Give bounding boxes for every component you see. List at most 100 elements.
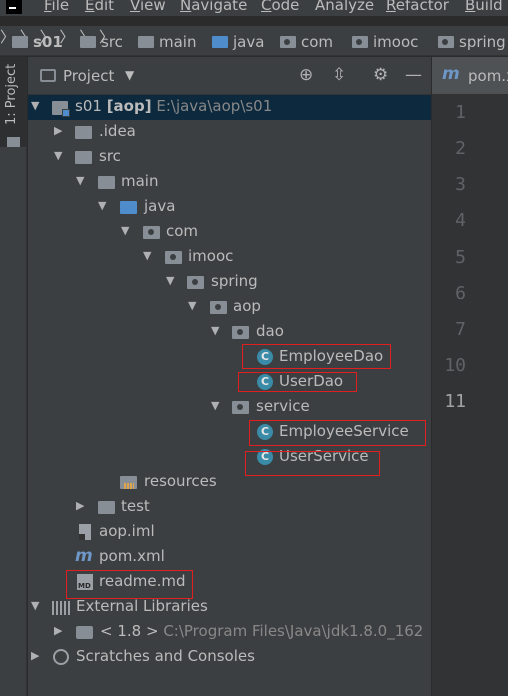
expanded-arrow-icon[interactable]: ▼ [188, 299, 196, 312]
package-icon [187, 276, 204, 289]
tree-node-jdk[interactable]: ▶ < 1.8 > C:\Program Files\Java\jdk1.8.0… [28, 620, 431, 645]
tree-node-aop[interactable]: ▼ aop [28, 295, 431, 320]
expanded-arrow-icon[interactable]: ▼ [76, 174, 84, 187]
tree-node-dao[interactable]: ▼ dao [28, 320, 431, 345]
tree-node-aop-iml[interactable]: aop.iml [28, 520, 431, 545]
menu-build[interactable]: Build [465, 0, 503, 14]
locate-crosshair-icon[interactable]: ⊕ [299, 66, 313, 84]
expanded-arrow-icon[interactable]: ▼ [166, 274, 174, 287]
menu-code[interactable]: Code [261, 0, 299, 14]
folder-icon [138, 36, 154, 48]
menu-edit[interactable]: Edit [85, 0, 114, 14]
menu-refactor[interactable]: Refactor [386, 0, 449, 14]
tree-node-employee-dao[interactable]: C EmployeeDao [28, 345, 431, 370]
tree-node-readme[interactable]: MD readme.md [28, 570, 431, 595]
package-icon [280, 36, 296, 48]
folder-icon [7, 137, 20, 147]
tree-node-imooc[interactable]: ▼ imooc [28, 245, 431, 270]
source-folder-icon [212, 36, 228, 48]
folder-icon [75, 151, 92, 164]
project-tool-tab[interactable]: 1: Project [0, 57, 27, 147]
hide-minimize-icon[interactable]: — [405, 66, 422, 84]
maven-icon: m [442, 64, 460, 84]
line-number: 10 [444, 355, 466, 376]
package-icon [232, 326, 249, 339]
expanded-arrow-icon[interactable]: ▼ [54, 149, 62, 162]
expanded-arrow-icon[interactable]: ▼ [121, 224, 129, 237]
collapsed-arrow-icon[interactable]: ▶ [31, 649, 39, 662]
project-view-icon [40, 69, 56, 82]
package-icon [352, 36, 368, 48]
package-icon [438, 36, 454, 48]
tool-window-strip: 1: Project [0, 57, 27, 696]
project-panel-header: Project ▼ ⊕ ⇳ ⚙ — [28, 57, 431, 95]
class-icon: C [257, 374, 273, 390]
line-number: 3 [455, 174, 466, 195]
menu-navigate[interactable]: Navigate [180, 0, 247, 14]
expanded-arrow-icon[interactable]: ▼ [98, 199, 106, 212]
line-number: 2 [455, 138, 466, 159]
intellij-logo-icon [6, 0, 22, 14]
breadcrumb-item-spring[interactable]: spring [438, 32, 506, 52]
package-icon [165, 251, 182, 264]
package-icon [232, 401, 249, 414]
package-icon [143, 226, 160, 239]
tree-node-pom[interactable]: m pom.xml [28, 545, 431, 570]
folder-icon [98, 501, 115, 514]
tree-node-employee-service[interactable]: C EmployeeService [28, 420, 431, 445]
tree-node-external-libraries[interactable]: ▼ External Libraries [28, 595, 431, 620]
breadcrumb-item-java[interactable]: java [212, 32, 264, 52]
tree-node-spring[interactable]: ▼ spring [28, 270, 431, 295]
editor-gutter: 1 2 3 4 5 6 7 10 11 [432, 95, 508, 696]
libraries-icon [52, 601, 70, 615]
tree-node-idea[interactable]: ▶ .idea [28, 120, 431, 145]
tree-node-scratches[interactable]: ▶ Scratches and Consoles [28, 645, 431, 670]
breadcrumb-item-imooc[interactable]: imooc [352, 32, 418, 52]
chevron-down-icon[interactable]: ▼ [125, 68, 134, 82]
class-icon: C [257, 449, 273, 465]
editor-tab-bar: m pom.x [432, 57, 508, 95]
line-number-current: 11 [444, 391, 466, 412]
tree-node-test[interactable]: ▶ test [28, 495, 431, 520]
tree-node-user-service[interactable]: C UserService [28, 445, 431, 470]
tree-node-src[interactable]: ▼ src [28, 145, 431, 170]
collapsed-arrow-icon[interactable]: ▶ [54, 124, 62, 137]
expanded-arrow-icon[interactable]: ▼ [211, 399, 219, 412]
project-tree: ▼ s01 [aop] E:\java\aop\s01 ▶ .idea ▼ sr… [28, 95, 431, 696]
tree-node-main[interactable]: ▼ main [28, 170, 431, 195]
menu-view[interactable]: View [130, 0, 166, 14]
collapse-all-icon[interactable]: ⇳ [332, 66, 346, 84]
module-icon [52, 101, 70, 117]
class-icon: C [257, 349, 273, 365]
tree-node-root[interactable]: ▼ s01 [aop] E:\java\aop\s01 [28, 95, 431, 120]
package-icon [210, 301, 227, 314]
line-number: 7 [455, 319, 466, 340]
breadcrumb-item-com[interactable]: com [280, 32, 333, 52]
scratches-icon [53, 649, 69, 665]
tree-node-java[interactable]: ▼ java [28, 195, 431, 220]
tree-node-resources[interactable]: resources [28, 470, 431, 495]
iml-file-icon [79, 524, 91, 540]
expanded-arrow-icon[interactable]: ▼ [211, 324, 219, 337]
project-view-selector[interactable]: Project [63, 67, 114, 85]
collapsed-arrow-icon[interactable]: ▶ [54, 624, 62, 637]
expanded-arrow-icon[interactable]: ▼ [143, 249, 151, 262]
editor-tab-pom[interactable]: m pom.x [432, 57, 508, 94]
breadcrumb-item-s01[interactable]: s01 [12, 32, 63, 52]
expanded-arrow-icon[interactable]: ▼ [31, 99, 39, 112]
menu-analyze[interactable]: Analyze [315, 0, 374, 14]
collapsed-arrow-icon[interactable]: ▶ [76, 499, 84, 512]
tree-node-user-dao[interactable]: C UserDao [28, 370, 431, 395]
gear-icon[interactable]: ⚙ [373, 66, 388, 84]
line-number: 6 [455, 283, 466, 304]
tree-node-service[interactable]: ▼ service [28, 395, 431, 420]
breadcrumb-item-src[interactable]: src [80, 32, 123, 52]
breadcrumb: s01 〉 src 〉 main 〉 java 〉 com 〉 imooc 〉 … [0, 26, 508, 56]
tree-node-com[interactable]: ▼ com [28, 220, 431, 245]
breadcrumb-item-main[interactable]: main [138, 32, 196, 52]
jdk-folder-icon [76, 626, 93, 639]
menu-bar: File Edit View Navigate Code Analyze Ref… [0, 0, 508, 16]
menu-file[interactable]: File [44, 0, 69, 14]
expanded-arrow-icon[interactable]: ▼ [31, 599, 39, 612]
line-number: 5 [455, 247, 466, 268]
